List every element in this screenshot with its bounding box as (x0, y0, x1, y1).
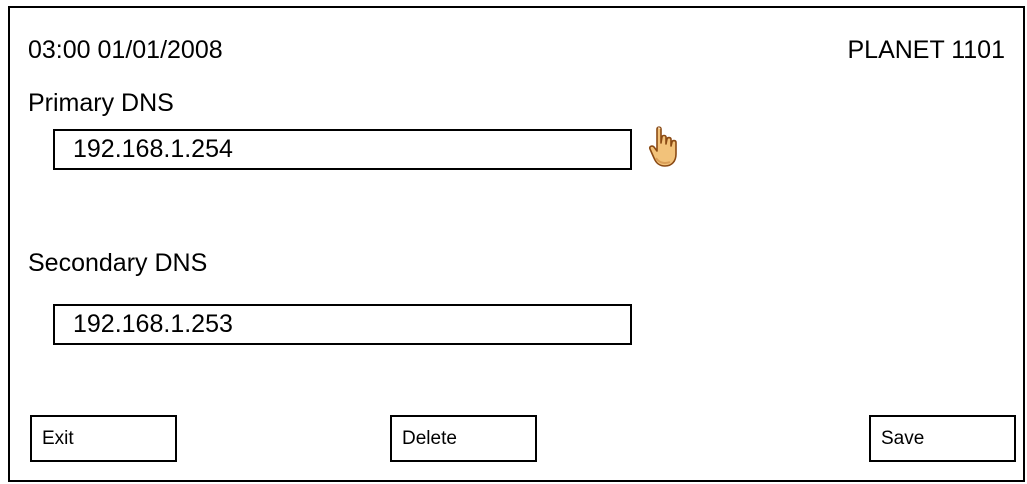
hand-pointer-icon (649, 126, 677, 167)
primary-dns-label: Primary DNS (28, 89, 174, 117)
secondary-dns-label: Secondary DNS (28, 249, 208, 277)
save-button[interactable]: Save (869, 415, 1016, 462)
device-name: PLANET 1101 (847, 36, 1005, 64)
exit-button[interactable]: Exit (30, 415, 177, 462)
primary-dns-field[interactable]: 192.168.1.254 (53, 129, 632, 170)
delete-button[interactable]: Delete (390, 415, 537, 462)
secondary-dns-field[interactable]: 192.168.1.253 (53, 304, 632, 345)
datetime-display: 03:00 01/01/2008 (28, 36, 223, 64)
phone-screen: 03:00 01/01/2008 PLANET 1101 Primary DNS… (8, 6, 1025, 482)
